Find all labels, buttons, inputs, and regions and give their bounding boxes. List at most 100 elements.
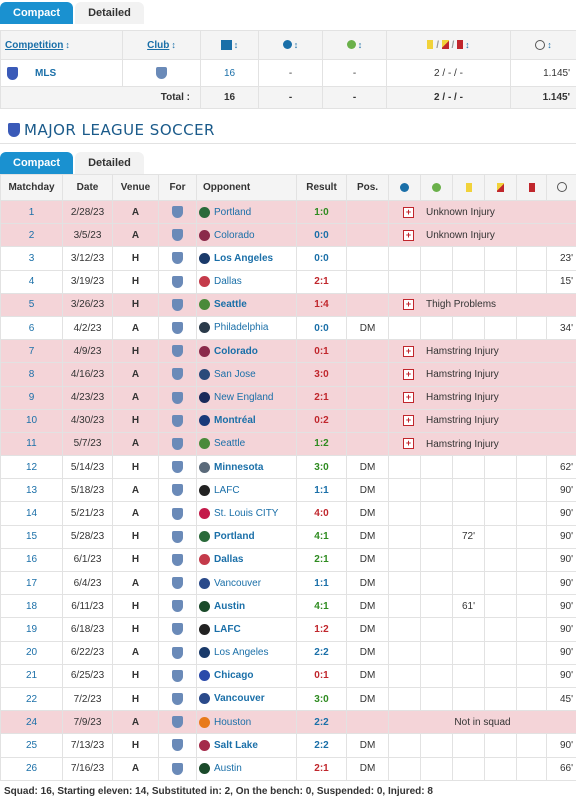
result-cell[interactable]: 0:1 [296, 339, 347, 364]
opponent-cell[interactable]: Colorado [196, 339, 297, 364]
opponent-cell[interactable]: Seattle [196, 292, 297, 317]
result-cell[interactable]: 4:1 [296, 524, 347, 549]
matchday-cell[interactable]: 24 [0, 710, 63, 735]
for-cell[interactable] [158, 269, 197, 294]
opponent-cell[interactable]: Colorado [196, 223, 297, 248]
matchday-header[interactable]: Matchday [0, 174, 63, 201]
club-header[interactable]: Club ↕ [122, 30, 201, 60]
for-cell[interactable] [158, 315, 197, 341]
result-cell[interactable]: 1:1 [296, 570, 347, 596]
result-cell[interactable]: 1:2 [296, 617, 347, 642]
result-cell[interactable]: 2:1 [296, 385, 347, 410]
result-cell[interactable]: 0:0 [296, 246, 347, 271]
matchday-cell[interactable]: 20 [0, 640, 63, 665]
matchday-cell[interactable]: 17 [0, 570, 63, 596]
result-cell[interactable]: 2:2 [296, 733, 347, 758]
tab-compact[interactable]: Compact [0, 2, 74, 24]
matchday-cell[interactable]: 7 [0, 339, 63, 364]
matchday-cell[interactable]: 15 [0, 524, 63, 549]
result-cell[interactable]: 2:1 [296, 269, 347, 294]
for-cell[interactable] [158, 501, 197, 526]
opponent-cell[interactable]: Portland [196, 199, 297, 225]
tab-detailed[interactable]: Detailed [75, 2, 144, 24]
appearances-value[interactable]: 16 [200, 59, 259, 87]
opponent-cell[interactable]: St. Louis CITY [196, 501, 297, 526]
for-cell[interactable] [158, 431, 197, 457]
matchday-cell[interactable]: 22 [0, 686, 63, 712]
cards-header[interactable]: / / ↕ [386, 30, 511, 60]
matchday-cell[interactable]: 8 [0, 362, 63, 387]
matchday-cell[interactable]: 5 [0, 292, 63, 317]
opponent-cell[interactable]: Minnesota [196, 455, 297, 480]
minutes-header[interactable] [546, 174, 576, 201]
assists-header[interactable]: ↕ [322, 30, 387, 60]
result-cell[interactable]: 4:1 [296, 594, 347, 619]
tab-compact[interactable]: Compact [0, 152, 74, 174]
for-header[interactable]: For [158, 174, 197, 201]
club-cell[interactable] [122, 59, 201, 87]
matchday-cell[interactable]: 13 [0, 478, 63, 503]
for-cell[interactable] [158, 733, 197, 758]
matchday-cell[interactable]: 9 [0, 385, 63, 410]
opponent-header[interactable]: Opponent [196, 174, 297, 201]
matchday-cell[interactable]: 26 [0, 756, 63, 781]
for-cell[interactable] [158, 663, 197, 688]
venue-header[interactable]: Venue [112, 174, 159, 201]
matchday-cell[interactable]: 25 [0, 733, 63, 758]
for-cell[interactable] [158, 339, 197, 364]
result-cell[interactable]: 0:1 [296, 663, 347, 688]
appearances-header[interactable]: ↕ [200, 30, 259, 60]
opponent-cell[interactable]: LAFC [196, 617, 297, 642]
opponent-cell[interactable]: New England [196, 385, 297, 410]
red-card-header[interactable] [516, 174, 547, 201]
matchday-cell[interactable]: 11 [0, 431, 63, 457]
for-cell[interactable] [158, 547, 197, 573]
pos-header[interactable]: Pos. [346, 174, 389, 201]
result-cell[interactable]: 0:0 [296, 223, 347, 248]
for-cell[interactable] [158, 223, 197, 248]
goals-header[interactable]: ↕ [258, 30, 323, 60]
opponent-cell[interactable]: Austin [196, 594, 297, 619]
opponent-cell[interactable]: Dallas [196, 547, 297, 573]
for-cell[interactable] [158, 362, 197, 387]
for-cell[interactable] [158, 385, 197, 410]
opponent-cell[interactable]: Chicago [196, 663, 297, 688]
opponent-cell[interactable]: Los Angeles [196, 246, 297, 271]
result-cell[interactable]: 1:4 [296, 292, 347, 317]
opponent-cell[interactable]: Austin [196, 756, 297, 781]
minutes-header[interactable]: ↕ [510, 30, 576, 60]
result-cell[interactable]: 1:2 [296, 431, 347, 457]
result-cell[interactable]: 2:2 [296, 640, 347, 665]
for-cell[interactable] [158, 617, 197, 642]
opponent-cell[interactable]: Houston [196, 710, 297, 735]
result-cell[interactable]: 3:0 [296, 455, 347, 480]
for-cell[interactable] [158, 455, 197, 480]
opponent-cell[interactable]: LAFC [196, 478, 297, 503]
matchday-cell[interactable]: 1 [0, 199, 63, 225]
result-cell[interactable]: 2:1 [296, 756, 347, 781]
result-cell[interactable]: 2:1 [296, 547, 347, 573]
for-cell[interactable] [158, 199, 197, 225]
matchday-cell[interactable]: 12 [0, 455, 63, 480]
yellow-card-header[interactable] [452, 174, 485, 201]
for-cell[interactable] [158, 292, 197, 317]
opponent-cell[interactable]: Los Angeles [196, 640, 297, 665]
competition-header[interactable]: Competition ↕ [0, 30, 123, 60]
opponent-cell[interactable]: Portland [196, 524, 297, 549]
matchday-cell[interactable]: 4 [0, 269, 63, 294]
for-cell[interactable] [158, 756, 197, 781]
opponent-cell[interactable]: Seattle [196, 431, 297, 457]
matchday-cell[interactable]: 21 [0, 663, 63, 688]
opponent-cell[interactable]: Philadelphia [196, 315, 297, 341]
matchday-cell[interactable]: 14 [0, 501, 63, 526]
matchday-cell[interactable]: 19 [0, 617, 63, 642]
matchday-cell[interactable]: 2 [0, 223, 63, 248]
result-cell[interactable]: 2:2 [296, 710, 347, 735]
result-cell[interactable]: 4:0 [296, 501, 347, 526]
for-cell[interactable] [158, 570, 197, 596]
result-cell[interactable]: 0:0 [296, 315, 347, 341]
opponent-cell[interactable]: San Jose [196, 362, 297, 387]
opponent-cell[interactable]: Vancouver [196, 570, 297, 596]
result-cell[interactable]: 3:0 [296, 362, 347, 387]
tab-detailed[interactable]: Detailed [75, 152, 144, 174]
